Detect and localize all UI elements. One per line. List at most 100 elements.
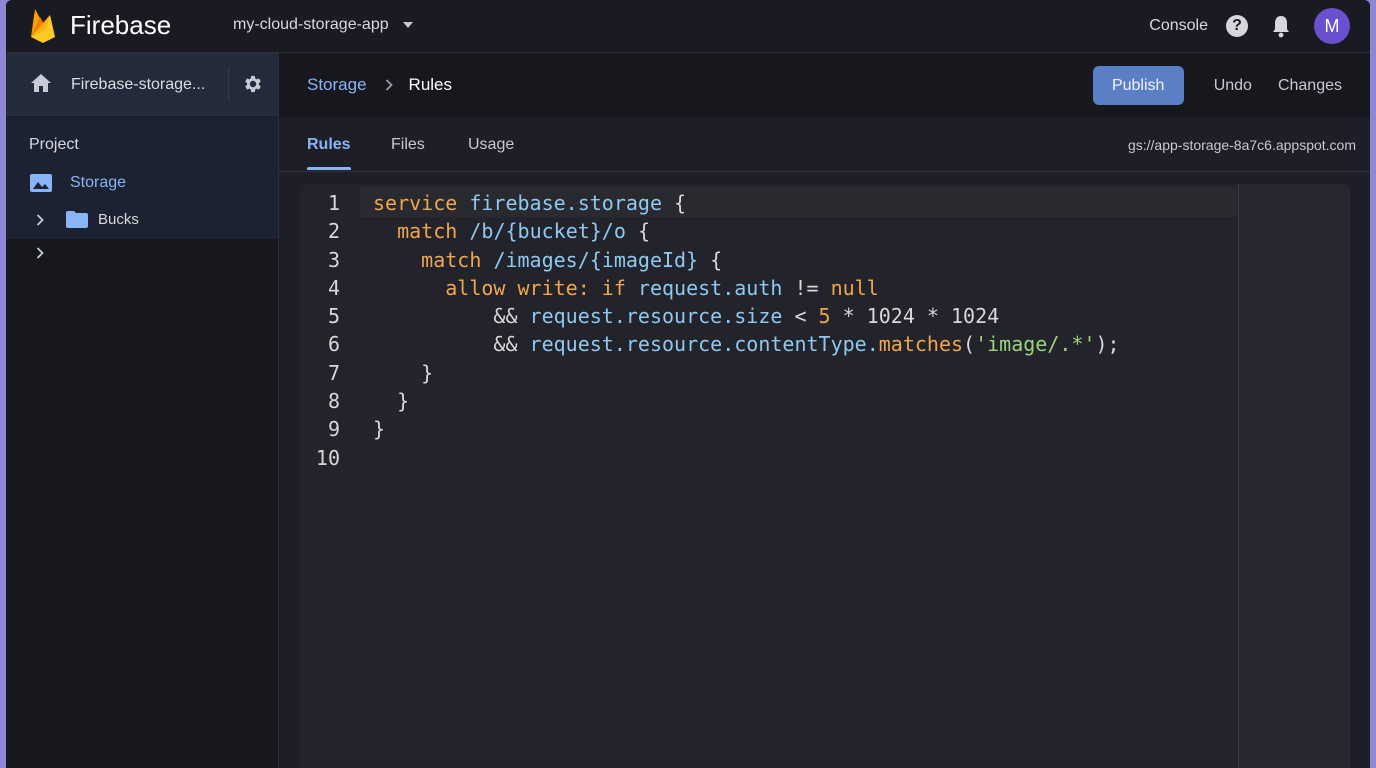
chevron-right-icon[interactable] — [36, 213, 44, 226]
sidebar-header: Firebase-storage... — [6, 53, 278, 116]
gear-icon[interactable] — [242, 73, 264, 95]
code-token: { — [698, 247, 723, 272]
code-token: 'image/.*' — [975, 332, 1096, 357]
code-line[interactable]: } — [373, 361, 1120, 389]
line-number: 4 — [327, 275, 340, 300]
line-number: 1 — [327, 191, 340, 215]
editor-minimap[interactable] — [1238, 184, 1350, 768]
chevron-down-icon — [402, 22, 413, 28]
folder-icon — [66, 211, 88, 228]
code-line[interactable] — [373, 446, 1120, 474]
chevron-right-icon — [385, 79, 393, 91]
code-line[interactable]: && request.resource.size < 5 * 1024 * 10… — [373, 304, 1120, 332]
code-token: request.auth — [637, 275, 783, 300]
code-token: } — [373, 360, 434, 385]
code-line[interactable]: match /images/{imageId} { — [373, 248, 1120, 276]
line-number: 5 — [327, 304, 340, 329]
code-token: firebase.storage — [469, 191, 662, 215]
code-token: } — [373, 389, 410, 414]
code-token: ( — [963, 332, 976, 357]
tab-bar: Rules Files Usage gs://app-storage-8a7c6… — [279, 117, 1370, 172]
brand-name: Firebase — [70, 10, 172, 40]
sidebar-item-label: Storage — [70, 174, 127, 191]
line-number: 3 — [327, 247, 340, 272]
sidebar-project-section: Project Storage Bucks — [6, 116, 278, 239]
toolbar-actions: Publish Undo Changes — [1092, 66, 1356, 105]
console-link[interactable]: Console — [1149, 17, 1208, 35]
breadcrumb: Storage Rules — [307, 75, 452, 95]
code-token: ); — [1095, 332, 1120, 357]
code-area[interactable]: service firebase.storage { match /b/{buc… — [373, 191, 1120, 474]
line-number: 8 — [327, 389, 340, 414]
chevron-right-icon[interactable] — [36, 247, 44, 259]
avatar[interactable]: M — [1314, 8, 1350, 44]
code-token: match — [397, 219, 458, 244]
code-token: allow write: if — [445, 275, 626, 300]
sidebar: Firebase-storage... Project Storage Buck… — [6, 53, 279, 768]
code-token: match — [421, 247, 482, 272]
top-bar: Firebase my-cloud-storage-app Console ? … — [6, 0, 1370, 53]
project-selector[interactable]: my-cloud-storage-app — [233, 16, 413, 34]
code-line[interactable]: service firebase.storage { — [373, 191, 1120, 219]
sidebar-item-bucket[interactable]: Bucks — [36, 211, 139, 228]
code-token: * 1024 * 1024 — [830, 304, 1000, 329]
code-line[interactable]: } — [373, 417, 1120, 445]
breadcrumb-bar: Storage Rules Publish Undo Changes — [279, 53, 1370, 117]
code-line[interactable]: && request.resource.contentType.matches(… — [373, 332, 1120, 360]
code-token: } — [373, 417, 386, 442]
code-token: { — [662, 191, 687, 215]
bucket-url: gs://app-storage-8a7c6.appspot.com — [1127, 137, 1356, 153]
code-token: < — [782, 304, 819, 329]
top-right-actions: Console ? M — [1149, 8, 1350, 44]
firebase-logo-icon[interactable] — [28, 6, 58, 44]
code-token: /b/{bucket}/o — [469, 219, 626, 244]
undo-button[interactable]: Undo — [1214, 77, 1252, 95]
image-icon — [30, 174, 52, 192]
code-token: null — [830, 275, 879, 300]
sidebar-section-label: Project — [29, 136, 79, 153]
tab-files[interactable]: Files — [391, 136, 425, 154]
code-line[interactable]: allow write: if request.auth != null — [373, 276, 1120, 304]
code-token: request.resource.contentType. — [529, 332, 879, 357]
code-token: service — [373, 191, 458, 215]
code-token: request.resource.size — [529, 304, 783, 329]
line-number: 2 — [327, 219, 340, 244]
project-selector-label: my-cloud-storage-app — [233, 16, 389, 33]
home-icon[interactable] — [30, 73, 52, 93]
line-number-gutter: 1 2 3 4 5 6 7 8 9 10 — [300, 191, 340, 474]
code-token: && — [373, 332, 530, 357]
changes-button[interactable]: Changes — [1278, 77, 1342, 95]
sidebar-item-storage[interactable]: Storage — [30, 174, 126, 192]
active-tab-indicator — [307, 167, 351, 170]
help-icon[interactable]: ? — [1226, 15, 1248, 37]
publish-button[interactable]: Publish — [1092, 66, 1184, 105]
code-token: && — [373, 304, 530, 329]
line-number: 7 — [327, 360, 340, 385]
code-token: { — [625, 219, 650, 244]
rules-editor[interactable]: 1 2 3 4 5 6 7 8 9 10 service firebase.storage { m… — [300, 184, 1350, 768]
main-panel: Storage Rules Publish Undo Changes Rules… — [279, 53, 1370, 768]
line-number: 9 — [327, 417, 340, 442]
bell-icon[interactable] — [1270, 14, 1292, 38]
breadcrumb-storage-link[interactable]: Storage — [307, 75, 367, 95]
line-number: 10 — [315, 445, 340, 470]
sidebar-item-label: Bucks — [98, 211, 139, 228]
tab-usage[interactable]: Usage — [468, 136, 514, 154]
sidebar-project-name[interactable]: Firebase-storage... — [71, 76, 205, 94]
code-token: != — [782, 275, 831, 300]
code-line[interactable]: match /b/{bucket}/o { — [373, 219, 1120, 247]
code-line[interactable]: } — [373, 389, 1120, 417]
app-window: Firebase my-cloud-storage-app Console ? … — [6, 0, 1370, 768]
tab-rules[interactable]: Rules — [307, 136, 351, 154]
code-token: /images/{imageId} — [493, 247, 699, 272]
sidebar-divider — [228, 67, 229, 101]
code-token: 5 — [818, 304, 831, 329]
page-title: Rules — [408, 75, 453, 94]
